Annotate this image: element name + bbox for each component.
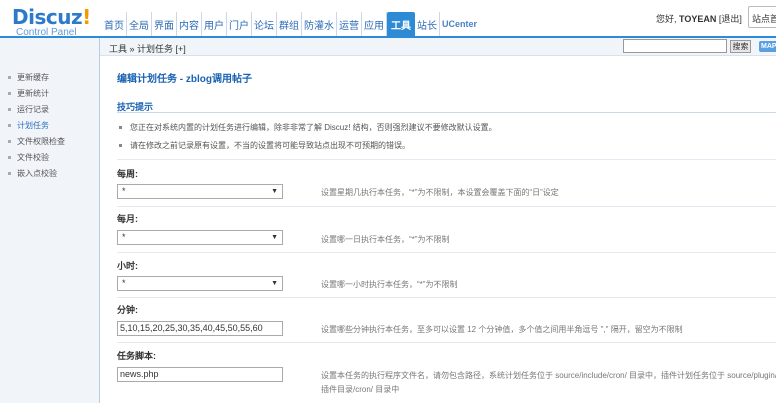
bullet-icon xyxy=(119,126,122,129)
logo[interactable]: Discuz! Control Panel xyxy=(12,7,102,39)
tip-item: 请在修改之前记录原有设置，不当的设置将可能导致站点出现不可预期的错误。 xyxy=(119,140,410,151)
sidebar-item-hookcheck[interactable]: 嵌入点校验 xyxy=(0,165,100,181)
field-label-script: 任务脚本: xyxy=(117,351,156,361)
nav-style[interactable]: 界面 xyxy=(152,12,177,36)
nav-forum[interactable]: 论坛 xyxy=(252,12,277,36)
nav-content[interactable]: 内容 xyxy=(177,12,202,36)
hour-select[interactable]: * ▼ xyxy=(117,276,283,291)
nav-founder[interactable]: 站长 xyxy=(415,12,440,36)
nav-global[interactable]: 全局 xyxy=(127,12,152,36)
bullet-icon xyxy=(8,107,11,111)
field-label-day: 每月: xyxy=(117,214,138,224)
nav-extended[interactable]: 运营 xyxy=(337,12,362,36)
script-input[interactable]: news.php xyxy=(117,367,283,382)
sidebar: 更新缓存 更新统计 运行记录 计划任务 文件权限检查 文件校验 嵌入点校验 xyxy=(0,38,100,403)
day-select[interactable]: * ▼ xyxy=(117,230,283,245)
dropdown-arrow-icon: ▼ xyxy=(271,234,278,241)
username: TOYEAN xyxy=(679,14,717,24)
bullet-icon xyxy=(8,155,11,159)
field-desc-script-cont: 插件目录/cron/ 目录中 xyxy=(321,385,400,394)
sidebar-item-logs[interactable]: 运行记录 xyxy=(0,101,100,117)
map-button[interactable]: MAP xyxy=(759,41,776,52)
dropdown-arrow-icon: ▼ xyxy=(271,188,278,195)
logout-link[interactable]: [退出] xyxy=(719,14,742,24)
nav-group[interactable]: 群组 xyxy=(277,12,302,36)
nav-ucenter[interactable]: UCenter xyxy=(440,12,479,36)
minute-input[interactable]: 5,10,15,20,25,30,35,40,45,50,55,60 xyxy=(117,321,283,336)
bullet-icon xyxy=(119,144,122,147)
sidebar-item-cron[interactable]: 计划任务 xyxy=(0,117,100,133)
field-desc-script: 设置本任务的执行程序文件名，请勿包含路径，系统计划任务位于 source/inc… xyxy=(321,371,776,380)
greeting: 您好, xyxy=(656,14,677,24)
site-home-button[interactable]: 站点首 xyxy=(748,6,776,28)
nav-safe[interactable]: 防灌水 xyxy=(302,12,337,36)
page-title: 编辑计划任务 - zblog调用帖子 xyxy=(117,74,252,85)
divider xyxy=(117,297,776,298)
field-label-hour: 小时: xyxy=(117,261,138,271)
user-info: 您好, TOYEAN [退出] xyxy=(656,12,742,25)
nav-user[interactable]: 用户 xyxy=(202,12,227,36)
field-label-weekday: 每周: xyxy=(117,169,138,179)
search-button[interactable]: 搜索 xyxy=(730,40,751,53)
sidebar-list: 更新缓存 更新统计 运行记录 计划任务 文件权限检查 文件校验 嵌入点校验 xyxy=(0,69,100,181)
bullet-icon xyxy=(8,75,11,79)
nav-portal[interactable]: 门户 xyxy=(227,12,252,36)
sidebar-item-filecheck[interactable]: 文件校验 xyxy=(0,149,100,165)
nav-plugin[interactable]: 应用 xyxy=(362,12,387,36)
header: Discuz! Control Panel 首页 全局 界面 内容 用户 门户 … xyxy=(0,0,776,39)
breadcrumb[interactable]: 工具 » 计划任务 [+] xyxy=(109,42,186,55)
bullet-icon xyxy=(8,91,11,95)
field-label-minute: 分钟: xyxy=(117,305,138,315)
field-desc-day: 设置哪一日执行本任务，“*”为不限制 xyxy=(321,235,450,244)
weekday-select[interactable]: * ▼ xyxy=(117,184,283,199)
tip-item: 您正在对系统内置的计划任务进行编辑，除非非常了解 Discuz! 结构，否则强烈… xyxy=(119,122,497,133)
sidebar-item-cache[interactable]: 更新缓存 xyxy=(0,69,100,85)
logo-main: Discuz! xyxy=(12,5,91,29)
field-desc-hour: 设置哪一小时执行本任务，“*”为不限制 xyxy=(321,280,458,289)
divider xyxy=(117,342,776,343)
field-desc-minute: 设置哪些分钟执行本任务，至多可以设置 12 个分钟值，多个值之间用半角逗号 ",… xyxy=(321,325,683,334)
divider xyxy=(117,159,776,160)
bullet-icon xyxy=(8,171,11,175)
divider xyxy=(117,112,776,113)
bullet-icon xyxy=(8,139,11,143)
sidebar-item-fileperms[interactable]: 文件权限检查 xyxy=(0,133,100,149)
nav-tools[interactable]: 工具 xyxy=(387,12,415,36)
divider xyxy=(117,252,776,253)
divider xyxy=(117,206,776,207)
main-content: 编辑计划任务 - zblog调用帖子 技巧提示 您正在对系统内置的计划任务进行编… xyxy=(101,56,776,403)
dropdown-arrow-icon: ▼ xyxy=(271,280,278,287)
sidebar-item-counter[interactable]: 更新统计 xyxy=(0,85,100,101)
search-input[interactable] xyxy=(623,39,727,53)
nav-home[interactable]: 首页 xyxy=(102,12,127,36)
bullet-icon xyxy=(8,123,11,127)
sub-bar: 工具 » 计划任务 [+] 搜索 MAP xyxy=(100,38,776,56)
field-desc-weekday: 设置星期几执行本任务，“*”为不限制，本设置会覆盖下面的“日”设定 xyxy=(321,188,559,197)
top-nav: 首页 全局 界面 内容 用户 门户 论坛 群组 防灌水 运营 应用 工具 站长 … xyxy=(102,12,479,36)
